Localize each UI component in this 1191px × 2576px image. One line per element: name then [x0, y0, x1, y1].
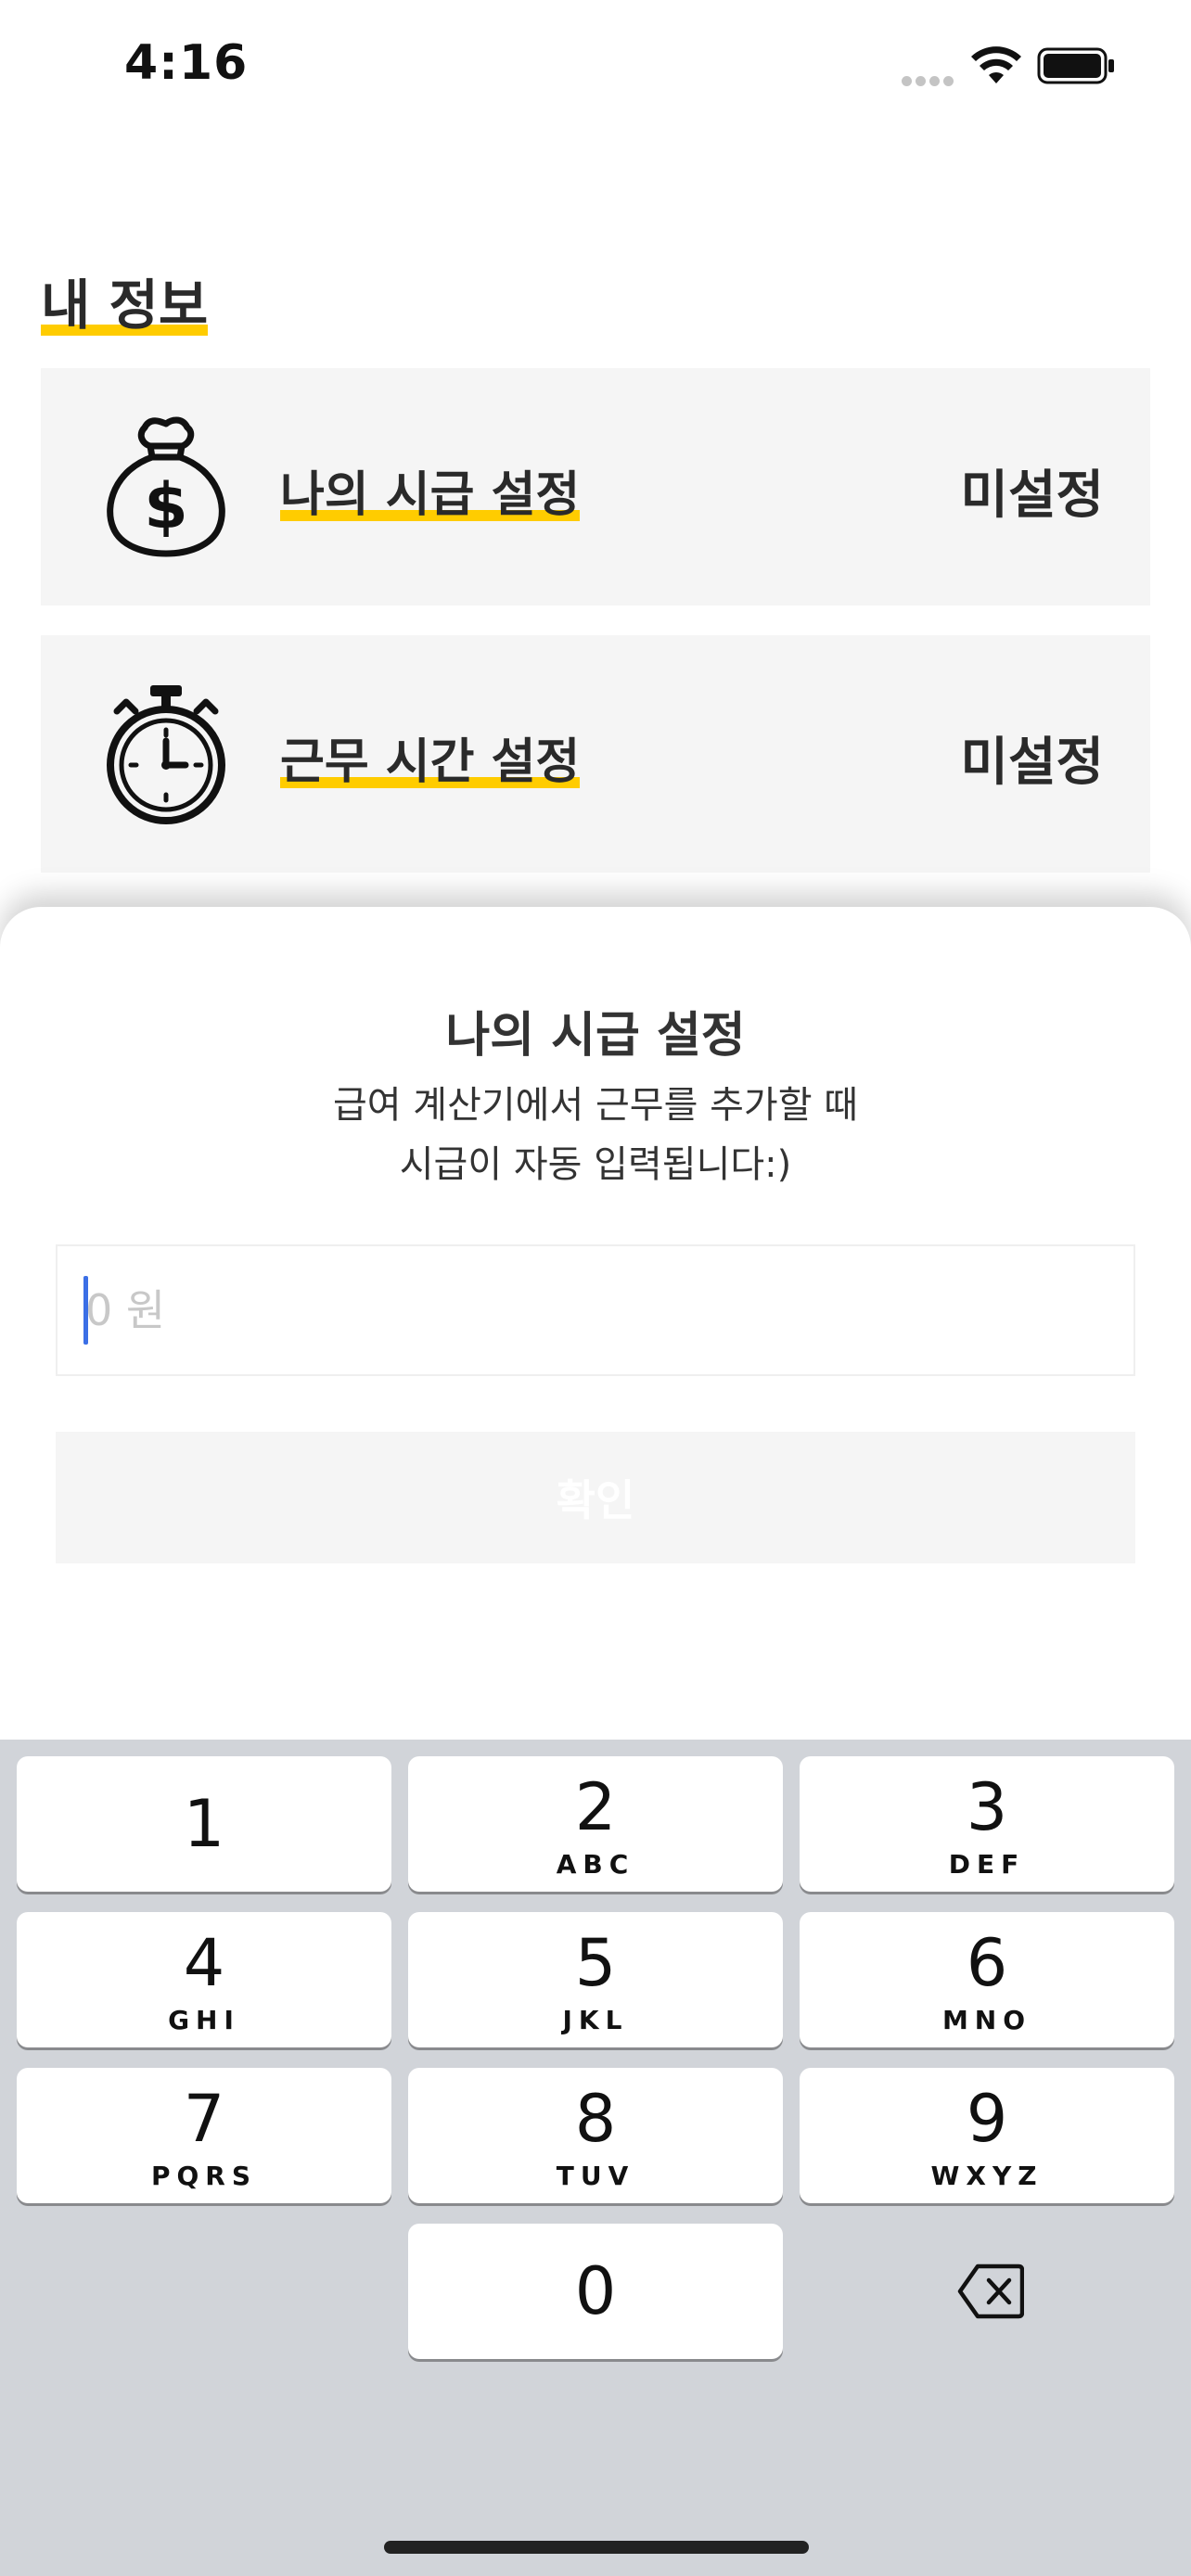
wage-setting-sheet: 나의 시급 설정 급여 계산기에서 근무를 추가할 때 시급이 자동 입력됩니다…: [0, 907, 1191, 1741]
page-title: 내 정보: [41, 261, 209, 339]
key-letters: GHI: [168, 2005, 240, 2035]
status-bar: 4:16: [0, 0, 1191, 130]
key-5[interactable]: 5 JKL: [408, 1912, 783, 2047]
key-number: 5: [574, 1925, 617, 2001]
key-0[interactable]: 0: [408, 2224, 783, 2359]
battery-icon: [1037, 47, 1114, 84]
wifi-icon: [971, 46, 1021, 83]
sheet-description: 급여 계산기에서 근무를 추가할 때 시급이 자동 입력됩니다:): [0, 1076, 1191, 1194]
key-letters: JKL: [562, 2005, 629, 2035]
key-letters: TUV: [556, 2161, 635, 2191]
card-label-text: 나의 시급 설정: [280, 467, 581, 523]
key-8[interactable]: 8 TUV: [408, 2068, 783, 2203]
wage-status: 미설정: [960, 465, 1104, 526]
sheet-description-line: 급여 계산기에서 근무를 추가할 때: [332, 1084, 859, 1127]
key-number: 3: [966, 1769, 1008, 1845]
key-1[interactable]: 1: [17, 1756, 391, 1892]
key-number: 6: [966, 1925, 1008, 2001]
key-9[interactable]: 9 WXYZ: [800, 2068, 1174, 2203]
card-label-text: 근무 시간 설정: [280, 734, 581, 790]
key-letters: DEF: [948, 1849, 1026, 1880]
card-label-wrap: 근무 시간 설정: [280, 722, 581, 792]
key-number: 1: [183, 1786, 225, 1862]
key-number: 0: [574, 2253, 617, 2329]
key-letters: PQRS: [150, 2161, 258, 2191]
page-title-wrap: 내 정보: [41, 261, 209, 339]
text-caret: [83, 1276, 88, 1345]
status-time: 4:16: [124, 35, 249, 91]
sheet-title: 나의 시급 설정: [445, 1008, 746, 1064]
work-hours-setting-card[interactable]: 근무 시간 설정 미설정: [41, 635, 1150, 873]
key-letters: WXYZ: [930, 2161, 1044, 2191]
backspace-key[interactable]: [800, 2224, 1174, 2359]
work-hours-status: 미설정: [960, 733, 1104, 793]
key-number: 9: [966, 2081, 1008, 2157]
key-2[interactable]: 2 ABC: [408, 1756, 783, 1892]
key-number: 2: [574, 1769, 617, 1845]
screen: 4:16 내 정보 $ 나의 시급 설정 미설정 근무 시간 설정 미설정 나의…: [0, 0, 1191, 2576]
key-number: 7: [183, 2081, 225, 2157]
key-number: 8: [574, 2081, 617, 2157]
confirm-button[interactable]: 확인: [56, 1432, 1135, 1563]
hourly-wage-input[interactable]: [56, 1244, 1135, 1376]
key-7[interactable]: 7 PQRS: [17, 2068, 391, 2203]
hourly-wage-setting-card[interactable]: $ 나의 시급 설정 미설정: [41, 368, 1150, 606]
money-bag-icon: $: [107, 416, 225, 557]
card-label: 나의 시급 설정: [280, 455, 581, 525]
home-indicator: [384, 2541, 809, 2554]
key-3[interactable]: 3 DEF: [800, 1756, 1174, 1892]
cellular-signal-icon: [902, 72, 957, 86]
stopwatch-icon: [107, 685, 225, 824]
numeric-keyboard: 1 2 ABC 3 DEF 4 GHI 5 JKL 6 MNO 7 PQRS 8…: [0, 1740, 1191, 2576]
key-6[interactable]: 6 MNO: [800, 1912, 1174, 2047]
key-letters: ABC: [556, 1849, 635, 1880]
key-letters: MNO: [941, 2005, 1032, 2035]
key-4[interactable]: 4 GHI: [17, 1912, 391, 2047]
page-title-text: 내 정보: [41, 274, 209, 337]
backspace-icon: [957, 2264, 1024, 2319]
svg-text:$: $: [144, 470, 187, 543]
card-label-wrap: 나의 시급 설정: [280, 455, 581, 525]
card-label: 근무 시간 설정: [280, 722, 581, 792]
key-number: 4: [183, 1925, 225, 2001]
sheet-description-line: 시급이 자동 입력됩니다:): [399, 1143, 792, 1186]
